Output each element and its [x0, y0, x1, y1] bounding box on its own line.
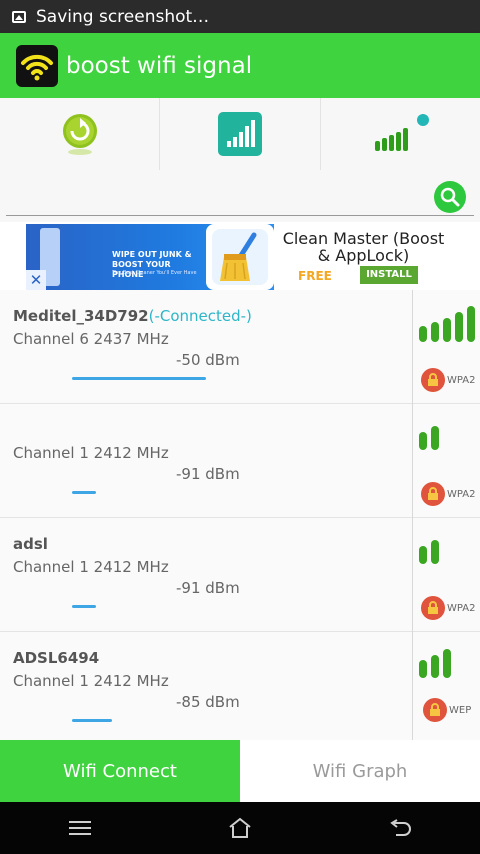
broom-icon: [206, 224, 274, 290]
signal-chart-button[interactable]: [159, 98, 319, 170]
wifi-logo-icon: [16, 44, 58, 87]
network-channel: Channel 1 2412 MHz: [13, 672, 169, 690]
ad-price: FREE: [298, 269, 332, 283]
back-button[interactable]: [370, 808, 430, 848]
network-channel: Channel 1 2412 MHz: [13, 444, 169, 462]
network-dbm: -50 dBm: [176, 351, 240, 369]
security-type: WPA2: [447, 603, 476, 614]
home-icon: [229, 817, 251, 838]
signal-strength-bar: [72, 719, 112, 722]
network-signal-panel: WPA2: [412, 290, 480, 404]
network-channel: Channel 6 2437 MHz: [13, 330, 169, 348]
security-type: WPA2: [447, 375, 476, 386]
network-signal-panel: WPA2: [412, 518, 480, 632]
network-row[interactable]: Channel 1 2412 MHz -91 dBm WPA2: [0, 404, 480, 518]
signal-bars-button[interactable]: [319, 98, 480, 170]
refresh-icon: [62, 114, 97, 155]
network-row[interactable]: adsl Channel 1 2412 MHz -91 dBm WPA2: [0, 518, 480, 632]
home-button[interactable]: [210, 808, 270, 848]
ad-close-icon[interactable]: ✕: [26, 270, 46, 290]
search-underline: [6, 215, 474, 216]
lock-icon: [421, 596, 445, 620]
network-channel: Channel 1 2412 MHz: [13, 558, 169, 576]
signal-bars-icon: [375, 114, 430, 151]
signal-strength-bar: [72, 605, 96, 608]
app-title: boost wifi signal: [66, 52, 253, 79]
signal-bars-icon: [419, 540, 439, 564]
network-row[interactable]: ADSL6494 Channel 1 2412 MHz -85 dBm WEP: [0, 632, 480, 746]
ad-banner[interactable]: WIPE OUT JUNK & BOOST YOUR PHONE The Bes…: [26, 224, 454, 290]
network-name: Meditel_34D792(-Connected-): [13, 307, 252, 325]
ad-app-name: Clean Master (Boost & AppLock): [282, 229, 445, 265]
signal-strength-bar: [72, 491, 96, 494]
network-row[interactable]: Meditel_34D792(-Connected-) Channel 6 24…: [0, 290, 480, 404]
navigation-bar: [0, 802, 480, 854]
signal-bars-icon: [419, 426, 439, 450]
signal-bars-icon: [419, 306, 475, 342]
back-icon: [390, 819, 411, 836]
network-dbm: -91 dBm: [176, 465, 240, 483]
lock-icon: [423, 698, 447, 722]
lock-icon: [421, 368, 445, 392]
signal-strength-bar: [72, 377, 206, 380]
ad-subline: The Best Cleaner You'll Ever Have: [112, 270, 197, 276]
menu-icon: [69, 821, 91, 835]
bottom-tabs: Wifi Connect Wifi Graph: [0, 740, 480, 802]
search-bar[interactable]: [0, 170, 480, 222]
image-icon: [12, 10, 26, 23]
security-type: WPA2: [447, 489, 476, 500]
network-list[interactable]: Meditel_34D792(-Connected-) Channel 6 24…: [0, 290, 480, 746]
network-dbm: -91 dBm: [176, 579, 240, 597]
network-signal-panel: WEP: [412, 632, 480, 746]
network-dbm: -85 dBm: [176, 693, 240, 711]
tab-wifi-connect[interactable]: Wifi Connect: [0, 740, 240, 802]
tab-wifi-graph[interactable]: Wifi Graph: [240, 740, 480, 802]
signal-bars-icon: [419, 649, 451, 678]
network-name: ADSL6494: [13, 649, 100, 667]
security-type: WEP: [449, 705, 472, 716]
signal-chart-icon: [217, 112, 262, 156]
connection-status: (-Connected-): [148, 307, 252, 325]
ad-install-button[interactable]: INSTALL: [360, 266, 418, 284]
lock-icon: [421, 482, 445, 506]
search-icon: [440, 187, 460, 207]
search-button[interactable]: [434, 181, 466, 213]
app-bar: boost wifi signal: [0, 33, 480, 98]
refresh-button[interactable]: [0, 98, 159, 170]
network-name: adsl: [13, 535, 48, 553]
status-bar: Saving screenshot…: [0, 0, 480, 33]
status-text: Saving screenshot…: [36, 6, 210, 27]
network-signal-panel: WPA2: [412, 404, 480, 518]
toolbar-icons: [0, 98, 480, 170]
menu-button[interactable]: [50, 808, 110, 848]
